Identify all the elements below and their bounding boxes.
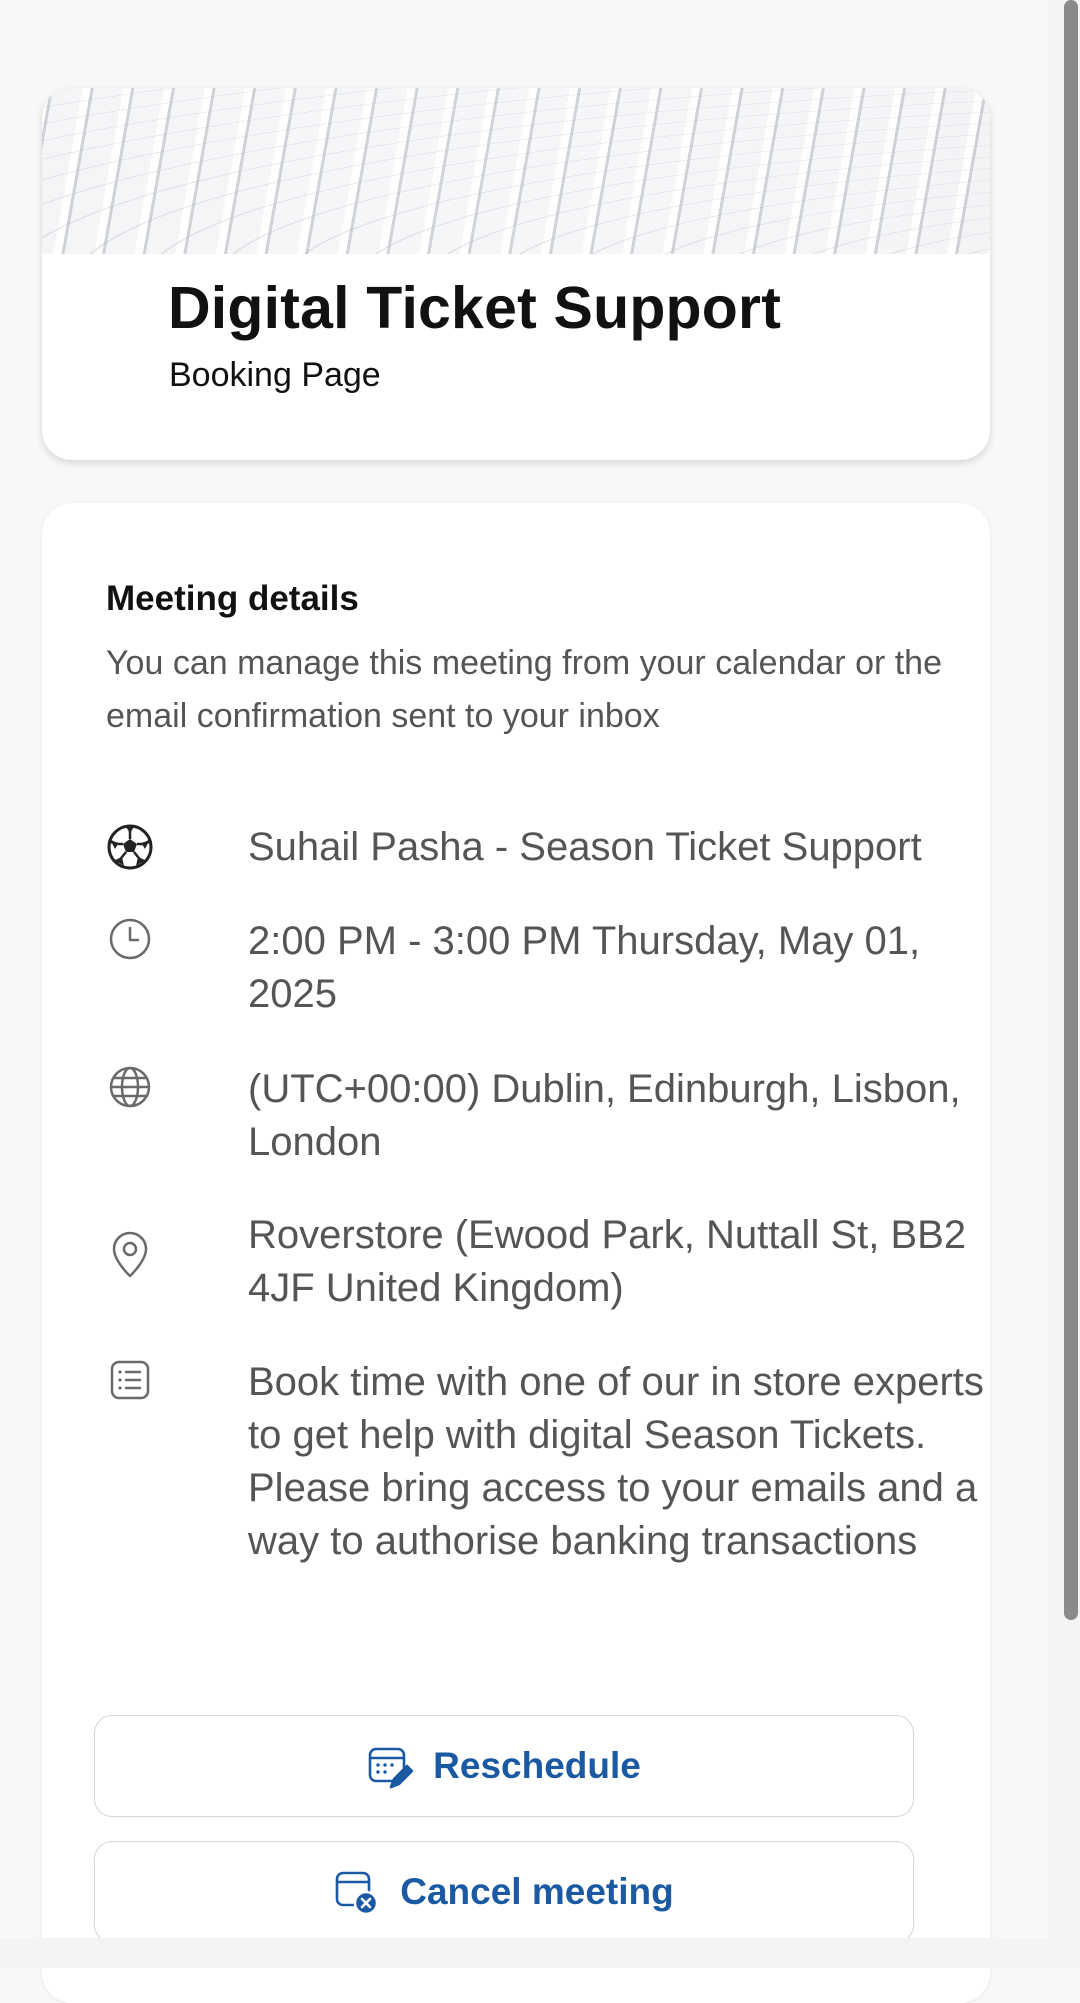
page-title: Digital Ticket Support [168,275,782,341]
notes-text: Book time with one of our in store exper… [248,1360,984,1563]
scrollbar-track[interactable] [1048,0,1080,1938]
page-subtitle: Booking Page [169,356,381,394]
clock-icon [106,915,154,963]
location-pin-icon [106,1231,154,1279]
cancel-meeting-button[interactable]: Cancel meeting [94,1841,914,1943]
section-description: You can manage this meeting from your ca… [106,644,943,735]
list-icon [106,1356,154,1404]
meeting-details-card: Meeting details You can manage this meet… [42,503,990,2003]
header-card: Digital Ticket Support Booking Page [42,88,990,460]
time-text: 2:00 PM - 3:00 PM Thursday, May 01, 2025 [248,919,921,1016]
service-text: Suhail Pasha - Season Ticket Support [248,825,922,869]
soccer-ball-icon [106,823,154,871]
calendar-cancel-icon [334,1869,380,1915]
calendar-edit-icon [367,1743,414,1789]
header-banner-image [42,88,990,254]
reschedule-label: Reschedule [433,1745,641,1786]
reschedule-button[interactable]: Reschedule [94,1715,914,1817]
location-text: Roverstore (Ewood Park, Nuttall St, BB2 … [248,1213,967,1310]
bottom-edge [0,1938,1080,1968]
section-title: Meeting details [106,579,359,618]
globe-icon [106,1063,154,1111]
timezone-text: (UTC+00:00) Dublin, Edinburgh, Lisbon, L… [248,1067,961,1164]
scrollbar-thumb[interactable] [1064,0,1078,1620]
cancel-meeting-label: Cancel meeting [400,1871,674,1912]
